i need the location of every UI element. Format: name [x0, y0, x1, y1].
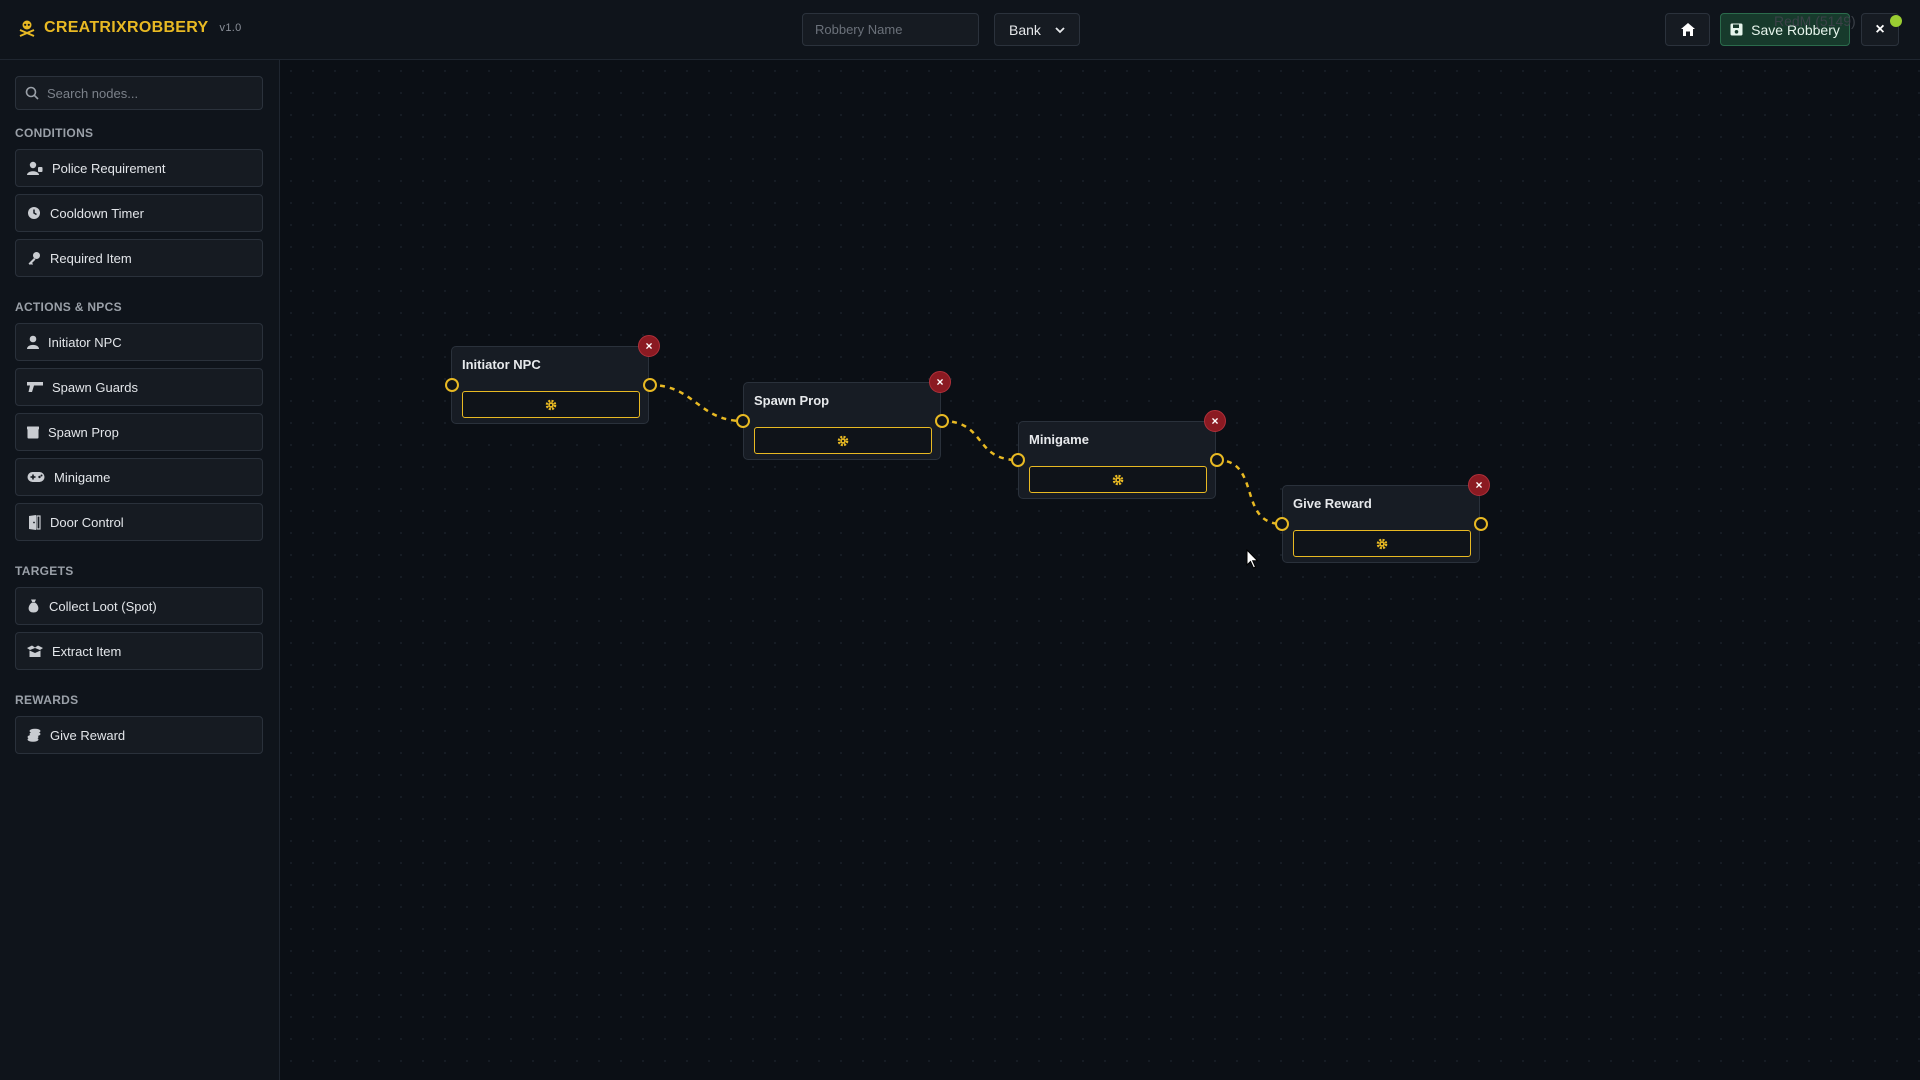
node-title: Spawn Prop	[754, 393, 830, 408]
close-icon: ×	[1875, 20, 1885, 38]
close-icon: ×	[645, 339, 653, 353]
node-delete-button[interactable]: ×	[1468, 474, 1490, 496]
sidebar-item-label: Minigame	[54, 469, 111, 485]
gear-icon	[837, 435, 849, 446]
door-icon	[29, 514, 41, 530]
person-icon	[27, 335, 39, 349]
node-output-port[interactable]	[935, 414, 949, 428]
node-give-reward[interactable]: Give Reward	[1282, 485, 1480, 563]
category-conditions: CONDITIONS	[15, 126, 94, 140]
node-palette-sidebar: CONDITIONS Police Requirement Cooldown T…	[0, 60, 280, 1080]
robbery-type-select[interactable]: Bank	[994, 13, 1080, 46]
node-output-port[interactable]	[643, 378, 657, 392]
skull-crossbones-icon	[19, 20, 35, 37]
sidebar-item-label: Extract Item	[52, 643, 122, 659]
chevron-down-icon	[1055, 26, 1065, 33]
home-icon	[1680, 23, 1695, 36]
app-name: CREATRIXROBBERY	[44, 19, 209, 36]
sidebar-item-cooldown-timer[interactable]: Cooldown Timer	[15, 194, 263, 232]
home-button[interactable]	[1665, 13, 1710, 46]
node-delete-button[interactable]: ×	[1204, 410, 1226, 432]
category-targets: TARGETS	[15, 564, 74, 578]
overlay-watermark: RedM (5149)	[1774, 13, 1856, 29]
app-version: v1.0	[219, 22, 242, 34]
close-icon: ×	[1211, 414, 1219, 428]
node-output-port[interactable]	[1210, 453, 1224, 467]
node-delete-button[interactable]: ×	[929, 371, 951, 393]
node-title: Give Reward	[1293, 496, 1372, 511]
node-config-button[interactable]	[1293, 530, 1471, 557]
node-input-port[interactable]	[736, 414, 750, 428]
node-output-port[interactable]	[1474, 517, 1488, 531]
node-input-port[interactable]	[1011, 453, 1025, 467]
floppy-disk-icon	[1730, 23, 1743, 36]
box-icon	[27, 426, 39, 438]
mouse-cursor-icon	[1246, 549, 1259, 569]
money-bag-icon	[28, 599, 39, 613]
gear-icon	[1376, 538, 1388, 549]
sidebar-item-label: Spawn Guards	[52, 379, 138, 395]
top-bar: CREATRIXROBBERY v1.0 Bank Save Robbery R…	[0, 0, 1920, 60]
robbery-name-input[interactable]	[802, 13, 979, 46]
close-icon: ×	[936, 375, 944, 389]
sidebar-item-label: Spawn Prop	[48, 424, 119, 440]
category-rewards: REWARDS	[15, 693, 79, 707]
sidebar-item-give-reward[interactable]: Give Reward	[15, 716, 263, 754]
sidebar-item-initiator-npc[interactable]: Initiator NPC	[15, 323, 263, 361]
node-minigame[interactable]: Minigame	[1018, 421, 1216, 499]
node-initiator-npc[interactable]: Initiator NPC	[451, 346, 649, 424]
sidebar-item-spawn-guards[interactable]: Spawn Guards	[15, 368, 263, 406]
node-config-button[interactable]	[462, 391, 640, 418]
node-spawn-prop[interactable]: Spawn Prop	[743, 382, 941, 460]
sidebar-item-police-requirement[interactable]: Police Requirement	[15, 149, 263, 187]
node-title: Initiator NPC	[462, 357, 541, 372]
sidebar-item-label: Give Reward	[50, 727, 126, 743]
node-config-button[interactable]	[754, 427, 932, 454]
node-editor-canvas[interactable]	[280, 60, 1920, 1080]
gun-icon	[27, 382, 43, 392]
search-input[interactable]	[47, 85, 247, 101]
gear-icon	[545, 399, 557, 410]
node-input-port[interactable]	[445, 378, 459, 392]
clock-icon	[28, 207, 40, 219]
sidebar-item-label: Door Control	[50, 514, 124, 530]
sidebar-item-required-item[interactable]: Required Item	[15, 239, 263, 277]
police-icon	[27, 161, 43, 175]
category-actions-npcs: ACTIONS & NPCS	[15, 300, 122, 314]
search-icon	[25, 86, 39, 100]
key-icon	[28, 252, 40, 265]
sidebar-item-minigame[interactable]: Minigame	[15, 458, 263, 496]
node-delete-button[interactable]: ×	[638, 335, 660, 357]
sidebar-item-label: Cooldown Timer	[50, 205, 144, 221]
sidebar-item-extract-item[interactable]: Extract Item	[15, 632, 263, 670]
robbery-type-value: Bank	[1009, 21, 1041, 38]
sidebar-item-spawn-prop[interactable]: Spawn Prop	[15, 413, 263, 451]
gear-icon	[1112, 474, 1124, 485]
close-icon: ×	[1475, 478, 1483, 492]
sidebar-item-label: Required Item	[50, 250, 132, 266]
app-brand: CREATRIXROBBERY v1.0	[18, 19, 242, 37]
status-indicator	[1890, 15, 1902, 27]
search-box[interactable]	[15, 76, 263, 110]
gamepad-icon	[27, 472, 45, 482]
sidebar-item-collect-loot-spot[interactable]: Collect Loot (Spot)	[15, 587, 263, 625]
node-config-button[interactable]	[1029, 466, 1207, 493]
sidebar-item-label: Collect Loot (Spot)	[49, 598, 157, 614]
sidebar-item-label: Police Requirement	[52, 160, 166, 176]
node-input-port[interactable]	[1275, 517, 1289, 531]
box-open-icon	[27, 645, 43, 657]
coins-icon	[27, 728, 41, 742]
sidebar-item-label: Initiator NPC	[48, 334, 122, 350]
node-title: Minigame	[1029, 432, 1089, 447]
sidebar-item-door-control[interactable]: Door Control	[15, 503, 263, 541]
